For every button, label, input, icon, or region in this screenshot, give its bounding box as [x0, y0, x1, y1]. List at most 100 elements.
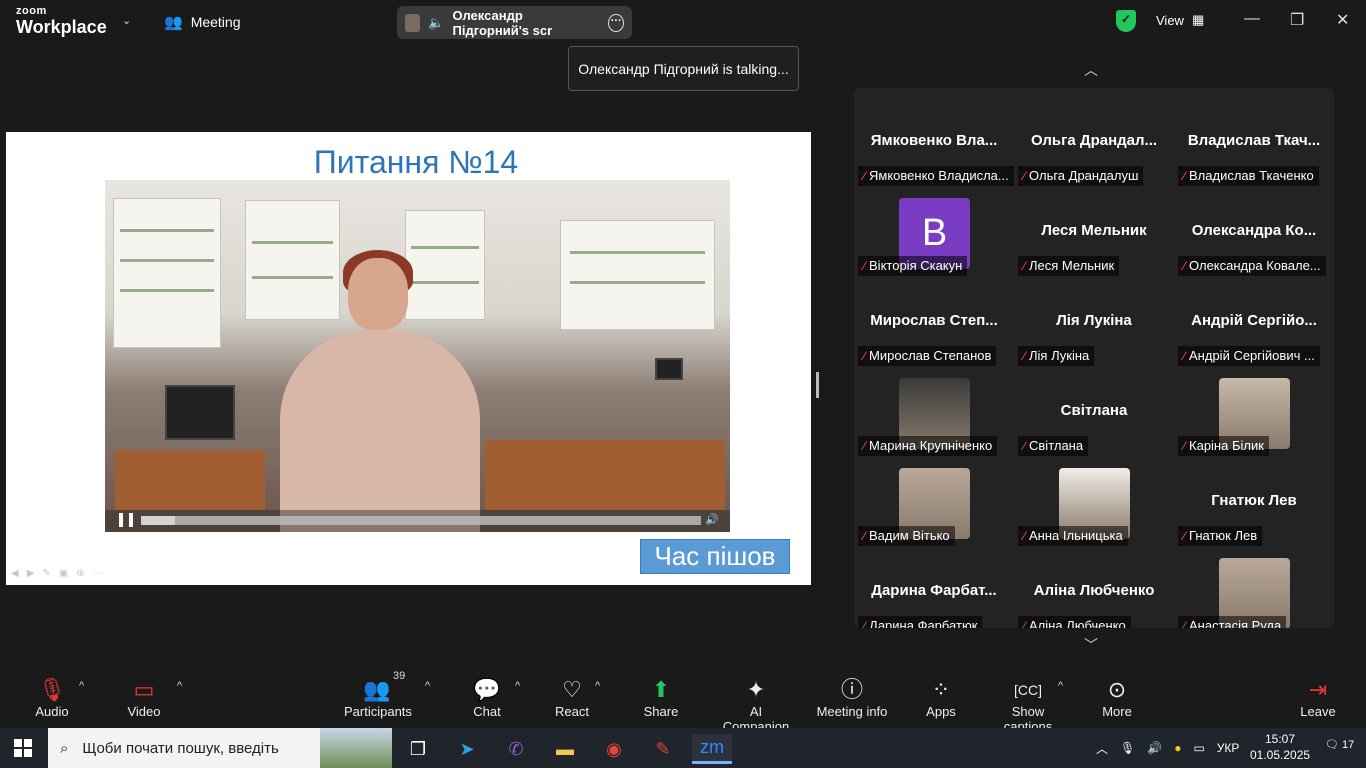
chevron-up-icon[interactable]: ^: [1058, 680, 1063, 692]
participant-name: Світлана: [1029, 438, 1084, 453]
chevron-up-icon[interactable]: ^: [425, 680, 430, 692]
chevron-down-icon[interactable]: ⌄: [122, 14, 131, 27]
share-label: Share: [643, 704, 679, 719]
chevron-up-icon[interactable]: ^: [79, 680, 84, 692]
maximize-icon[interactable]: ❐: [1290, 10, 1304, 30]
view-button[interactable]: View ▦: [1156, 12, 1204, 28]
participant-tile[interactable]: Лія Лукіна ⁄ Лія Лукіна: [1014, 278, 1174, 368]
meeting-indicator[interactable]: 👥 Meeting: [164, 13, 241, 31]
close-icon[interactable]: ✕: [1336, 10, 1349, 30]
participant-tile[interactable]: ⁄ Анна Ільницька: [1014, 458, 1174, 548]
participant-tile[interactable]: Дарина Фарбат... ⁄ Дарина Фарбатюк: [854, 548, 1014, 628]
more-button[interactable]: ⊙ More: [1098, 676, 1136, 719]
tray-overflow-icon[interactable]: ︿: [1096, 740, 1108, 757]
screen-share-pill[interactable]: 🔈 Олександр Підгорний's scr ···: [397, 6, 632, 39]
leave-button[interactable]: ⇥ Leave: [1298, 676, 1338, 719]
participant-name-label: ⁄ Марина Крупніченко: [858, 436, 998, 456]
chevron-up-icon[interactable]: ︿: [1084, 60, 1098, 80]
task-view-icon[interactable]: ❐: [398, 734, 438, 764]
chevron-up-icon[interactable]: ^: [515, 680, 520, 692]
slides-icon[interactable]: ▣: [59, 568, 68, 579]
ai-companion-button[interactable]: ✦ AI Companion: [715, 676, 797, 734]
computer-monitor: [655, 358, 683, 380]
react-label: React: [555, 704, 589, 719]
meeting-info-button[interactable]: ⓘ Meeting info: [815, 676, 889, 719]
encryption-shield-icon[interactable]: [1116, 10, 1136, 32]
chevron-up-icon[interactable]: ^: [177, 680, 182, 692]
participant-tile[interactable]: Олександра Ко... ⁄ Олександра Ковале...: [1174, 188, 1334, 278]
participant-display-name: Мирослав Степ...: [870, 312, 998, 329]
next-slide-icon[interactable]: ▶: [27, 568, 35, 579]
participant-name-label: ⁄ Леся Мельник: [1018, 256, 1120, 276]
logo-bottom-text: Workplace: [16, 17, 107, 37]
participant-tile[interactable]: Ямковенко Вла... ⁄ Ямковенко Владисла...: [854, 98, 1014, 188]
chrome-icon[interactable]: ◉: [594, 734, 634, 764]
notification-count: 17: [1342, 739, 1355, 751]
participants-button[interactable]: 👥 Participants: [344, 676, 412, 719]
language-indicator[interactable]: УКР: [1217, 741, 1240, 755]
app-icon[interactable]: ✎: [643, 734, 683, 764]
mic-muted-icon: ⁄: [1183, 619, 1186, 628]
zoom-icon[interactable]: ⊕: [76, 568, 84, 579]
mic-muted-icon: ⁄: [1023, 619, 1026, 628]
participant-tile[interactable]: Андрій Сергійо... ⁄ Андрій Сергійович ...: [1174, 278, 1334, 368]
chat-button[interactable]: 💬 Chat: [468, 676, 506, 719]
participant-tile[interactable]: Аліна Любченко ⁄ Аліна Любченко: [1014, 548, 1174, 628]
wall-poster: [560, 220, 715, 330]
taskbar-search[interactable]: ⌕ Щоби почати пошук, введіть: [48, 728, 392, 768]
video-button[interactable]: ▭ Video: [124, 676, 164, 719]
taskbar-clock[interactable]: 15:07 01.05.2025: [1250, 731, 1310, 763]
pause-icon[interactable]: [119, 513, 133, 527]
network-icon[interactable]: ▭: [1193, 741, 1204, 755]
volume-icon[interactable]: 🔊: [1147, 741, 1162, 755]
video-seek-bar[interactable]: [141, 516, 701, 525]
telegram-icon[interactable]: ➤: [447, 734, 487, 764]
participant-name-label: ⁄ Олександра Ковале...: [1178, 256, 1326, 276]
volume-icon[interactable]: 🔊: [705, 513, 719, 526]
participant-tile[interactable]: Мирослав Степ... ⁄ Мирослав Степанов: [854, 278, 1014, 368]
participant-display-name: Лія Лукіна: [1056, 312, 1132, 329]
participant-name: Леся Мельник: [1029, 258, 1115, 273]
participant-name-label: ⁄ Каріна Білик: [1178, 436, 1269, 456]
windows-taskbar: ⌕ Щоби почати пошук, введіть ❐ ➤ ✆ ▬ ◉ ✎…: [0, 728, 1366, 768]
participant-tile[interactable]: Ольга Драндал... ⁄ Ольга Драндалуш: [1014, 98, 1174, 188]
prev-slide-icon[interactable]: ◀: [11, 568, 19, 579]
windows-start-icon[interactable]: [14, 739, 32, 757]
embedded-video[interactable]: 🔊: [105, 180, 730, 532]
pen-icon[interactable]: ✎: [42, 568, 50, 579]
participant-tile[interactable]: ⁄ Анастасія Руда: [1174, 548, 1334, 628]
apps-icon: ⁘: [931, 677, 951, 702]
minimize-icon[interactable]: —: [1244, 10, 1260, 28]
mic-muted-icon: ⁄: [1183, 169, 1186, 183]
participant-tile[interactable]: B ⁄ Вікторія Скакун: [854, 188, 1014, 278]
norton-icon[interactable]: ●: [1174, 741, 1181, 755]
search-highlight-image: [320, 728, 392, 768]
audio-button[interactable]: 🎙 Audio: [33, 676, 71, 719]
participant-tile[interactable]: Гнатюк Лев ⁄ Гнатюк Лев: [1174, 458, 1334, 548]
react-button[interactable]: ♡ React: [552, 676, 592, 719]
file-explorer-icon[interactable]: ▬: [545, 734, 585, 764]
participant-tile[interactable]: ⁄ Вадим Вітько: [854, 458, 1014, 548]
participant-name: Лія Лукіна: [1029, 348, 1090, 363]
participant-tile[interactable]: Владислав Ткач... ⁄ Владислав Ткаченко: [1174, 98, 1334, 188]
participant-tile[interactable]: Леся Мельник ⁄ Леся Мельник: [1014, 188, 1174, 278]
microphone-icon[interactable]: 🎙: [1120, 741, 1135, 755]
zoom-taskbar-icon[interactable]: zm: [692, 734, 732, 764]
participant-name: Марина Крупніченко: [869, 438, 993, 453]
more-icon[interactable]: ⋯: [93, 568, 103, 579]
sparkle-icon: ✦: [746, 677, 766, 702]
apps-button[interactable]: ⁘ Apps: [922, 676, 960, 719]
slide-tools: ◀ ▶ ✎ ▣ ⊕ ⋯: [11, 568, 103, 579]
participant-tile[interactable]: ⁄ Марина Крупніченко: [854, 368, 1014, 458]
participant-tile[interactable]: ⁄ Каріна Білик: [1174, 368, 1334, 458]
notification-center-icon[interactable]: 🗨 17: [1325, 738, 1354, 751]
viber-icon[interactable]: ✆: [496, 734, 536, 764]
participant-tile[interactable]: Світлана ⁄ Світлана: [1014, 368, 1174, 458]
zoom-logo[interactable]: zoom Workplace: [16, 6, 107, 37]
chevron-down-icon[interactable]: ﹀: [1084, 635, 1098, 655]
chevron-up-icon[interactable]: ^: [595, 680, 600, 692]
speaker-icon: 🔈: [428, 14, 445, 30]
more-options-icon[interactable]: ···: [608, 13, 625, 32]
pane-resize-handle[interactable]: [816, 372, 819, 398]
share-button[interactable]: ⬆ Share: [642, 676, 680, 719]
